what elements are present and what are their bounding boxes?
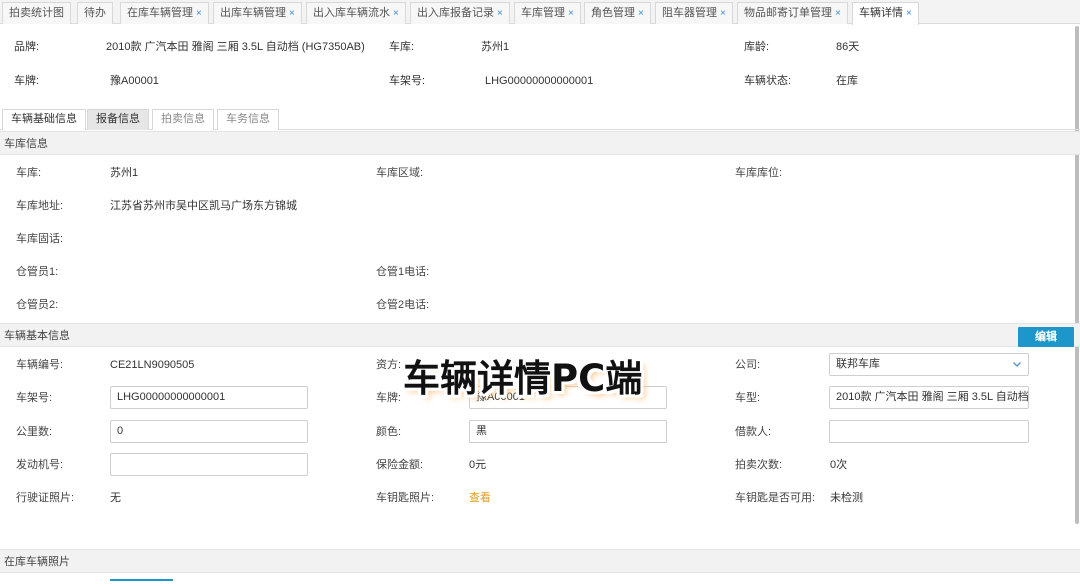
brand-label: 品牌: [14, 41, 40, 53]
tab-todo[interactable]: 待办 [77, 2, 113, 24]
top-tab-strip: 拍卖统计图 待办 在库车辆管理 × 出库车辆管理 × 出入库车辆流水 × 出入库报备记… [0, 0, 1080, 25]
tab-garage-management[interactable]: 车库管理 × [514, 2, 581, 24]
status-value: 在库 [836, 75, 858, 87]
model-field[interactable]: 2010款 广汽本田 雅阁 三厢 3.5L 自动档 [829, 386, 1029, 409]
tab-label: 阻车器管理 [662, 7, 717, 19]
garage-label: 车库: [16, 167, 42, 179]
company-select[interactable]: 联邦车库 [829, 353, 1029, 376]
close-icon[interactable]: × [720, 8, 726, 19]
subtab-auction-info[interactable]: 拍卖信息 [152, 109, 214, 130]
edit-button[interactable]: 编辑 [1018, 327, 1074, 347]
company-label: 公司: [735, 359, 761, 371]
borrower-label: 借款人: [735, 426, 772, 438]
status-label: 车辆状态: [744, 75, 792, 87]
photo-tab-indicator [110, 579, 173, 581]
mileage-field[interactable]: 0 [110, 420, 308, 443]
insurance-label: 保险金额: [376, 459, 424, 471]
company-select-value: 联邦车库 [836, 358, 880, 370]
brand-value: 2010款 广汽本田 雅阁 三厢 3.5L 自动档 (HG7350AB) [106, 41, 365, 53]
mileage-label: 公里数: [16, 426, 53, 438]
vin-value: LHG00000000000001 [485, 75, 594, 87]
close-icon[interactable]: × [393, 8, 399, 19]
tab-auction-stats[interactable]: 拍卖统计图 [2, 2, 71, 24]
tab-immobilizer-management[interactable]: 阻车器管理 × [655, 2, 733, 24]
key-photo-label: 车钥匙照片: [376, 492, 435, 504]
vin-label: 车架号: [389, 75, 426, 87]
vehicle-section-title: 车辆基本信息 [0, 323, 1080, 347]
age-label: 库龄: [744, 41, 770, 53]
keeper1-phone-label: 仓管1电话: [376, 266, 430, 278]
color-label: 颜色: [376, 426, 402, 438]
tab-role-management[interactable]: 角色管理 × [584, 2, 651, 24]
tab-label: 车辆详情 [859, 7, 903, 19]
keeper1-label: 仓管员1: [16, 266, 59, 278]
tab-label: 在库车辆管理 [127, 7, 193, 19]
license-photo-value: 无 [110, 492, 121, 504]
photo-section-title: 在库车辆照片 [0, 549, 1080, 573]
garage-slot-label: 车库库位: [735, 167, 783, 179]
vehicle-code-value: CE21LN9090505 [110, 359, 195, 371]
garage-value: 苏州1 [481, 41, 510, 53]
keeper2-phone-label: 仓管2电话: [376, 299, 430, 311]
subtab-report-info[interactable]: 报备信息 [87, 109, 149, 130]
subtab-vehicle-affairs[interactable]: 车务信息 [217, 109, 279, 130]
insurance-value: 0元 [469, 459, 487, 471]
close-icon[interactable]: × [497, 8, 503, 19]
funder-label: 资方: [376, 359, 402, 371]
tab-label: 拍卖统计图 [9, 7, 64, 19]
garage-section-title: 车库信息 [0, 131, 1080, 155]
close-icon[interactable]: × [906, 8, 912, 19]
borrower-field[interactable] [829, 420, 1029, 443]
plate-label: 车牌: [14, 75, 40, 87]
engine-no-field[interactable] [110, 453, 308, 476]
tab-in-out-report-records[interactable]: 出入库报备记录 × [410, 2, 510, 24]
tab-vehicle-details[interactable]: 车辆详情 × [852, 2, 919, 25]
garage-address-label: 车库地址: [16, 200, 64, 212]
garage-address-value: 江苏省苏州市吴中区凯马广场东方锦城 [110, 200, 297, 212]
auction-count-label: 拍卖次数: [735, 459, 783, 471]
plate-label: 车牌: [376, 392, 402, 404]
close-icon[interactable]: × [289, 8, 295, 19]
tab-mail-orders[interactable]: 物品邮寄订单管理 × [737, 2, 848, 24]
color-field[interactable]: 黑 [469, 420, 667, 443]
close-icon[interactable]: × [638, 8, 644, 19]
tab-out-stock-vehicles[interactable]: 出库车辆管理 × [213, 2, 302, 24]
vin-field[interactable]: LHG00000000000001 [110, 386, 308, 409]
close-icon[interactable]: × [196, 8, 202, 19]
subtab-basic-info[interactable]: 车辆基础信息 [2, 109, 86, 130]
close-icon[interactable]: × [568, 8, 574, 19]
tab-label: 出入库车辆流水 [313, 7, 390, 19]
tab-label: 车库管理 [521, 7, 565, 19]
overlay-caption: 车辆详情PC端 [403, 357, 643, 400]
auction-count-value: 0次 [830, 459, 848, 471]
tab-label: 出入库报备记录 [417, 7, 494, 19]
vehicle-code-label: 车辆编号: [16, 359, 64, 371]
tab-in-stock-vehicles[interactable]: 在库车辆管理 × [120, 2, 209, 24]
detail-subtabs: 车辆基础信息 报备信息 拍卖信息 车务信息 [0, 106, 1080, 130]
plate-value: 豫A00001 [110, 75, 159, 87]
tab-label: 待办 [84, 7, 106, 19]
age-value: 86天 [836, 41, 860, 53]
scrollbar-thumb[interactable] [1075, 26, 1079, 524]
keeper2-label: 仓管员2: [16, 299, 59, 311]
garage-area-label: 车库区域: [376, 167, 424, 179]
license-photo-label: 行驶证照片: [16, 492, 75, 504]
key-usable-label: 车钥匙是否可用: [735, 492, 816, 504]
tab-label: 物品邮寄订单管理 [744, 7, 832, 19]
vin-label: 车架号: [16, 392, 53, 404]
garage-label: 车库: [389, 41, 415, 53]
key-usable-value: 未检测 [830, 492, 863, 504]
tab-label: 出库车辆管理 [220, 7, 286, 19]
garage-value: 苏州1 [110, 167, 139, 179]
tab-label: 角色管理 [591, 7, 635, 19]
scrollbar[interactable] [1074, 24, 1080, 524]
model-label: 车型: [735, 392, 761, 404]
key-photo-view-link[interactable]: 查看 [469, 489, 491, 507]
engine-no-label: 发动机号: [16, 459, 64, 471]
close-icon[interactable]: × [835, 8, 841, 19]
garage-phone-label: 车库固话: [16, 233, 64, 245]
chevron-down-icon [1013, 362, 1021, 367]
tab-in-out-flow[interactable]: 出入库车辆流水 × [306, 2, 406, 24]
